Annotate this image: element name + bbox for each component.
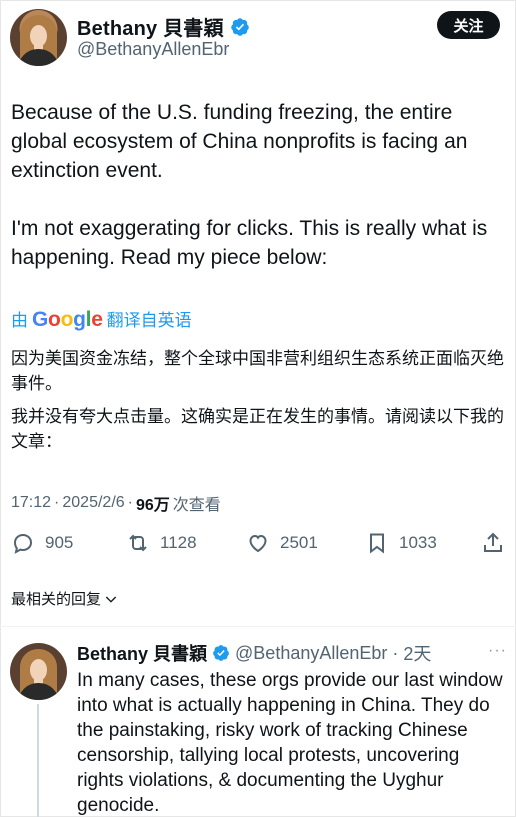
reply-author-handle[interactable]: @BethanyAllenEbr [235, 643, 387, 664]
tweet-time[interactable]: 17:12 [11, 494, 51, 512]
translate-prefix: 由 [11, 311, 28, 330]
views-label: 次查看 [172, 497, 221, 514]
reply-text: In many cases, these orgs provide our la… [77, 670, 503, 816]
like-button[interactable]: 2501 [246, 531, 318, 555]
tweet-date[interactable]: 2025/2/6 [62, 494, 124, 512]
reply-age[interactable]: 2天 [403, 640, 431, 666]
retweet-count: 1128 [160, 533, 197, 552]
sort-label: 最相关的回复 [11, 591, 102, 608]
reply-header: Bethany 貝書穎 @BethanyAllenEbr · 2天 [77, 640, 431, 666]
author-handle[interactable]: @BethanyAllenEbr [77, 39, 229, 60]
bookmark-icon [370, 533, 384, 554]
tweet-meta: 17:12 · 2025/2/6 · 96万 次查看 [11, 491, 221, 515]
bookmark-button[interactable]: 1033 [365, 531, 437, 555]
tweet-paragraph: I'm not exaggerating for clicks. This is… [11, 217, 488, 269]
author-avatar[interactable] [10, 9, 67, 66]
reply-icon [13, 533, 33, 554]
translated-by-google[interactable]: 由 Google 翻译自英语 [11, 306, 192, 332]
retweet-button[interactable]: 1128 [126, 531, 197, 555]
heart-icon [249, 534, 267, 553]
meta-separator: · [392, 642, 399, 663]
retweet-icon [129, 534, 147, 552]
author-display-name[interactable]: Bethany 貝書穎 [77, 12, 224, 41]
reply-author-avatar[interactable] [10, 643, 67, 700]
translate-suffix: 翻译自英语 [106, 311, 192, 330]
share-icon [484, 532, 502, 552]
reply-sort-dropdown[interactable]: 最相关的回复 [11, 588, 119, 609]
more-options-icon[interactable]: ··· [488, 642, 507, 660]
views-count: 96万 [135, 497, 170, 514]
reply-button[interactable]: 905 [11, 531, 73, 555]
tweet-paragraph: Because of the U.S. funding freezing, th… [11, 101, 468, 182]
meta-separator: · [127, 494, 133, 511]
follow-button[interactable]: 关注 [437, 11, 500, 39]
verified-badge-icon [213, 645, 229, 661]
chevron-down-icon [105, 596, 117, 603]
share-button[interactable] [481, 531, 505, 555]
author-name-row: Bethany 貝書穎 [77, 12, 250, 41]
reply-author-name[interactable]: Bethany 貝書穎 [77, 640, 207, 666]
reply-count: 905 [45, 533, 74, 552]
section-divider [0, 626, 516, 627]
verified-badge-icon [230, 17, 249, 36]
thread-line [37, 704, 39, 817]
google-logo-icon: Google [32, 308, 103, 331]
like-count: 2501 [280, 533, 318, 552]
translation-paragraph: 因为美国资金冻结，整个全球中国非营利组织生态系统正面临灭绝事件。 [11, 349, 504, 393]
translation-paragraph: 我并没有夸大点击量。这确实是正在发生的事情。请阅读以下我的文章： [11, 407, 504, 451]
action-bar: 905 1128 2501 1033 [11, 531, 506, 563]
bookmark-count: 1033 [399, 533, 437, 552]
translated-text: 因为美国资金冻结，整个全球中国非营利组织生态系统正面临灭绝事件。 我并没有夸大点… [11, 346, 506, 462]
meta-separator: · [54, 494, 60, 511]
tweet-text: Because of the U.S. funding freezing, th… [11, 98, 511, 272]
